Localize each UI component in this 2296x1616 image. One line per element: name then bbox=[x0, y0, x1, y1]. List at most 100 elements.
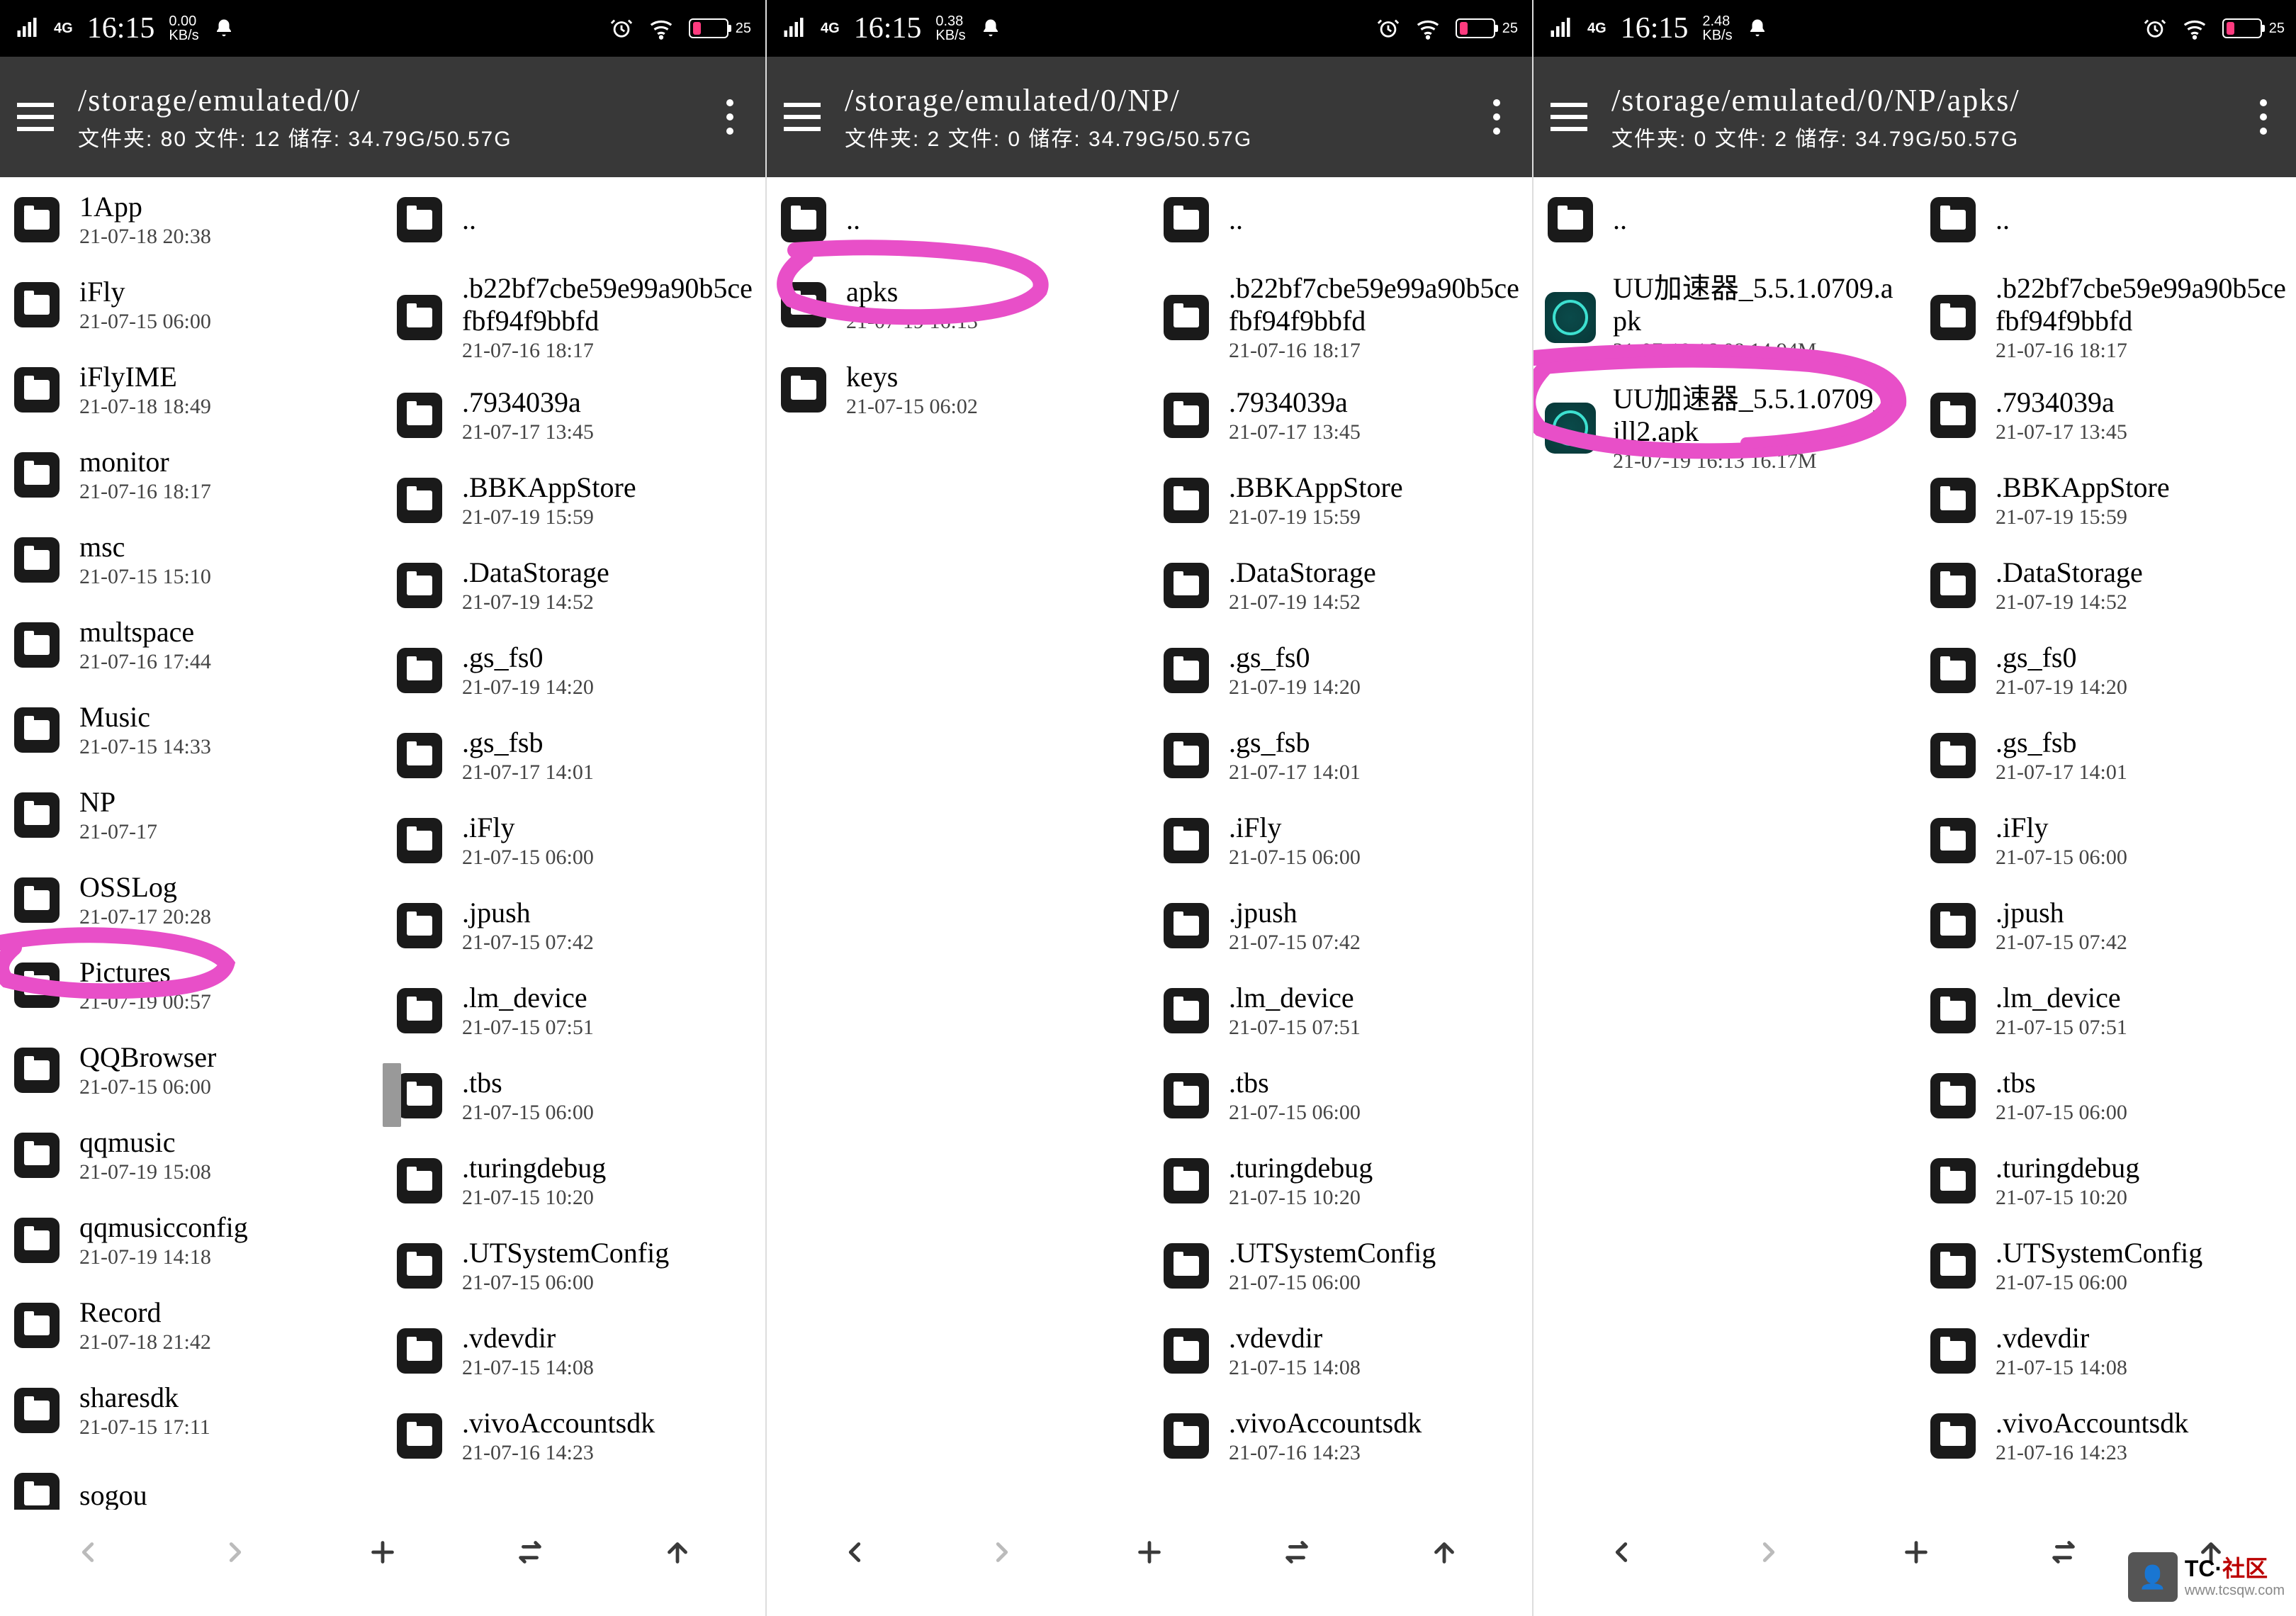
file-row[interactable]: .UTSystemConfig 21-07-15 06:00 bbox=[1916, 1223, 2296, 1308]
file-row[interactable]: OSSLog 21-07-17 20:28 bbox=[0, 858, 383, 943]
file-row[interactable]: keys 21-07-15 06:02 bbox=[767, 347, 1149, 432]
file-row[interactable]: UU加速器_5.5.1.0709.apk 21-07-19 16:08 14.9… bbox=[1534, 262, 1916, 373]
file-row[interactable]: .vivoAccountsdk 21-07-16 14:23 bbox=[383, 1393, 765, 1478]
file-row[interactable]: .BBKAppStore 21-07-19 15:59 bbox=[383, 458, 765, 543]
file-row[interactable]: .tbs 21-07-15 06:00 bbox=[1149, 1053, 1532, 1138]
file-row[interactable]: .. bbox=[1149, 177, 1532, 262]
file-row[interactable]: .jpush 21-07-15 07:42 bbox=[1149, 883, 1532, 968]
file-meta: 21-07-15 15:10 bbox=[79, 565, 371, 589]
file-row[interactable]: .turingdebug 21-07-15 10:20 bbox=[383, 1138, 765, 1223]
swap-button[interactable] bbox=[2042, 1531, 2085, 1573]
file-row[interactable]: .vivoAccountsdk 21-07-16 14:23 bbox=[1916, 1393, 2296, 1478]
folder-icon bbox=[1930, 197, 1976, 242]
file-row[interactable]: .. bbox=[1534, 177, 1916, 262]
menu-button[interactable] bbox=[1548, 96, 1590, 138]
add-button[interactable] bbox=[1895, 1531, 1937, 1573]
file-row[interactable]: UU加速器_5.5.1.0709_kill2.apk 21-07-19 16:1… bbox=[1534, 373, 1916, 483]
forward-button[interactable] bbox=[981, 1531, 1023, 1573]
file-row[interactable]: .b22bf7cbe59e99a90b5cefbf94f9bbfd 21-07-… bbox=[1916, 262, 2296, 373]
file-name: keys bbox=[846, 361, 1138, 393]
file-row[interactable]: .vdevdir 21-07-15 14:08 bbox=[1916, 1308, 2296, 1393]
file-row[interactable]: .BBKAppStore 21-07-19 15:59 bbox=[1916, 458, 2296, 543]
file-row[interactable]: sogou bbox=[0, 1453, 383, 1510]
file-row[interactable]: QQBrowser 21-07-15 06:00 bbox=[0, 1028, 383, 1113]
file-row[interactable]: NP 21-07-17 bbox=[0, 773, 383, 858]
file-row[interactable]: .UTSystemConfig 21-07-15 06:00 bbox=[1149, 1223, 1532, 1308]
file-row[interactable]: .lm_device 21-07-15 07:51 bbox=[1916, 968, 2296, 1053]
file-row[interactable]: iFlyIME 21-07-18 18:49 bbox=[0, 347, 383, 432]
file-row[interactable]: apks 21-07-19 16:13 bbox=[767, 262, 1149, 347]
file-row[interactable]: .DataStorage 21-07-19 14:52 bbox=[1149, 543, 1532, 628]
more-button[interactable] bbox=[1475, 99, 1518, 135]
path-text[interactable]: /storage/emulated/0/NP/apks/ bbox=[1611, 82, 2242, 118]
file-row[interactable]: .lm_device 21-07-15 07:51 bbox=[383, 968, 765, 1053]
file-row[interactable]: .7934039a 21-07-17 13:45 bbox=[383, 373, 765, 458]
file-row[interactable]: .jpush 21-07-15 07:42 bbox=[383, 883, 765, 968]
file-row[interactable]: Record 21-07-18 21:42 bbox=[0, 1283, 383, 1368]
file-row[interactable]: .DataStorage 21-07-19 14:52 bbox=[383, 543, 765, 628]
back-button[interactable] bbox=[1600, 1531, 1643, 1573]
file-row[interactable]: iFly 21-07-15 06:00 bbox=[0, 262, 383, 347]
file-row[interactable]: multspace 21-07-16 17:44 bbox=[0, 602, 383, 688]
file-row[interactable]: .vivoAccountsdk 21-07-16 14:23 bbox=[1149, 1393, 1532, 1478]
swap-button[interactable] bbox=[1276, 1531, 1318, 1573]
file-row[interactable]: .. bbox=[767, 177, 1149, 262]
file-row[interactable]: .tbs 21-07-15 06:00 bbox=[383, 1053, 765, 1138]
file-row[interactable]: .b22bf7cbe59e99a90b5cefbf94f9bbfd 21-07-… bbox=[383, 262, 765, 373]
file-row[interactable]: .iFly 21-07-15 06:00 bbox=[1149, 798, 1532, 883]
forward-button[interactable] bbox=[214, 1531, 257, 1573]
signal-icon bbox=[1548, 16, 1573, 41]
file-row[interactable]: .BBKAppStore 21-07-19 15:59 bbox=[1149, 458, 1532, 543]
up-button[interactable] bbox=[1423, 1531, 1465, 1573]
file-row[interactable]: .7934039a 21-07-17 13:45 bbox=[1916, 373, 2296, 458]
file-row[interactable]: .iFly 21-07-15 06:00 bbox=[1916, 798, 2296, 883]
file-row[interactable]: .iFly 21-07-15 06:00 bbox=[383, 798, 765, 883]
file-row[interactable]: .turingdebug 21-07-15 10:20 bbox=[1916, 1138, 2296, 1223]
folder-icon bbox=[397, 197, 442, 242]
file-meta: 21-07-16 18:17 bbox=[462, 339, 754, 363]
file-row[interactable]: .lm_device 21-07-15 07:51 bbox=[1149, 968, 1532, 1053]
file-row[interactable]: .gs_fsb 21-07-17 14:01 bbox=[383, 713, 765, 798]
file-row[interactable]: .vdevdir 21-07-15 14:08 bbox=[1149, 1308, 1532, 1393]
file-name: Pictures bbox=[79, 956, 371, 989]
file-row[interactable]: .jpush 21-07-15 07:42 bbox=[1916, 883, 2296, 968]
menu-button[interactable] bbox=[14, 96, 57, 138]
swap-button[interactable] bbox=[509, 1531, 551, 1573]
up-button[interactable] bbox=[656, 1531, 699, 1573]
file-row[interactable]: msc 21-07-15 15:10 bbox=[0, 517, 383, 602]
file-row[interactable]: .vdevdir 21-07-15 14:08 bbox=[383, 1308, 765, 1393]
forward-button[interactable] bbox=[1748, 1531, 1790, 1573]
file-row[interactable]: .7934039a 21-07-17 13:45 bbox=[1149, 373, 1532, 458]
back-button[interactable] bbox=[67, 1531, 109, 1573]
file-meta: 21-07-17 13:45 bbox=[462, 420, 754, 444]
file-row[interactable]: .tbs 21-07-15 06:00 bbox=[1916, 1053, 2296, 1138]
menu-button[interactable] bbox=[781, 96, 823, 138]
more-button[interactable] bbox=[709, 99, 751, 135]
add-button[interactable] bbox=[361, 1531, 404, 1573]
file-row[interactable]: .turingdebug 21-07-15 10:20 bbox=[1149, 1138, 1532, 1223]
file-row[interactable]: .gs_fsb 21-07-17 14:01 bbox=[1149, 713, 1532, 798]
file-row[interactable]: .. bbox=[383, 177, 765, 262]
file-row[interactable]: .. bbox=[1916, 177, 2296, 262]
file-row[interactable]: .b22bf7cbe59e99a90b5cefbf94f9bbfd 21-07-… bbox=[1149, 262, 1532, 373]
scrollbar-thumb[interactable] bbox=[383, 1063, 401, 1127]
file-row[interactable]: .gs_fsb 21-07-17 14:01 bbox=[1916, 713, 2296, 798]
file-row[interactable]: .gs_fs0 21-07-19 14:20 bbox=[1916, 628, 2296, 713]
back-button[interactable] bbox=[833, 1531, 876, 1573]
file-row[interactable]: 1App 21-07-18 20:38 bbox=[0, 177, 383, 262]
file-row[interactable]: .gs_fs0 21-07-19 14:20 bbox=[1149, 628, 1532, 713]
file-name: .vivoAccountsdk bbox=[1229, 1407, 1521, 1440]
add-button[interactable] bbox=[1128, 1531, 1171, 1573]
file-row[interactable]: qqmusicconfig 21-07-19 14:18 bbox=[0, 1198, 383, 1283]
file-row[interactable]: .UTSystemConfig 21-07-15 06:00 bbox=[383, 1223, 765, 1308]
file-row[interactable]: sharesdk 21-07-15 17:11 bbox=[0, 1368, 383, 1453]
file-row[interactable]: .gs_fs0 21-07-19 14:20 bbox=[383, 628, 765, 713]
path-text[interactable]: /storage/emulated/0/NP/ bbox=[845, 82, 1475, 118]
file-row[interactable]: .DataStorage 21-07-19 14:52 bbox=[1916, 543, 2296, 628]
file-row[interactable]: monitor 21-07-16 18:17 bbox=[0, 432, 383, 517]
path-text[interactable]: /storage/emulated/0/ bbox=[78, 82, 709, 118]
file-row[interactable]: Music 21-07-15 14:33 bbox=[0, 688, 383, 773]
more-button[interactable] bbox=[2242, 99, 2285, 135]
file-row[interactable]: Pictures 21-07-19 00:57 bbox=[0, 943, 383, 1028]
file-row[interactable]: qqmusic 21-07-19 15:08 bbox=[0, 1113, 383, 1198]
